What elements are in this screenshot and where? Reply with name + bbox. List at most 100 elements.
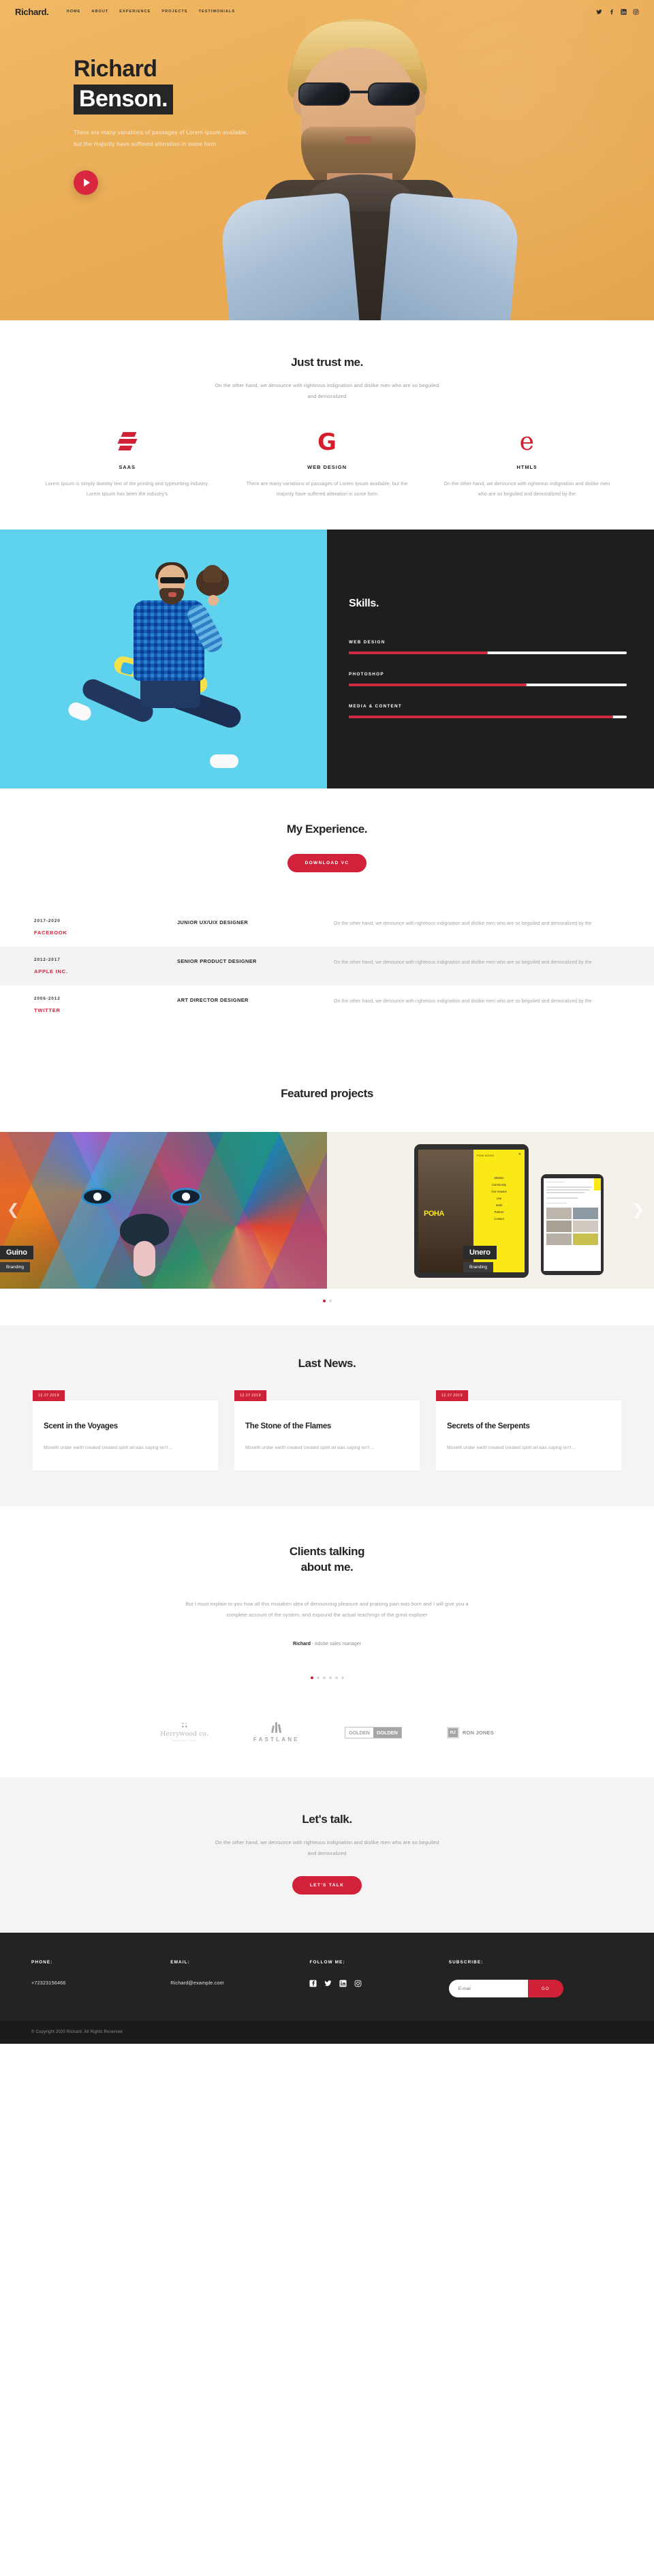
- footer-email-label: EMAIL:: [170, 1960, 190, 1965]
- hero-section: Richard. HOME ABOUT EXPERIENCE PROJECTS …: [0, 0, 654, 320]
- hero-first-name: Richard: [74, 56, 157, 82]
- experience-row: 2017-2020 FACEBOOK JUNIOR UX/UIX DESIGNE…: [0, 908, 654, 947]
- project-name: Guino: [0, 1245, 33, 1259]
- nav-item-testimonials[interactable]: TESTIMONIALS: [199, 10, 236, 14]
- twitter-icon[interactable]: [596, 9, 602, 15]
- testimonial-dot[interactable]: [316, 1676, 320, 1679]
- skills-title: Skills.: [349, 597, 379, 609]
- facebook-icon[interactable]: [608, 9, 614, 15]
- slider-dot[interactable]: [322, 1299, 326, 1302]
- footer-follow-label: FOLLOW ME:: [309, 1960, 345, 1965]
- slider-next-arrow[interactable]: ❯: [632, 1202, 644, 1218]
- instagram-icon[interactable]: [633, 9, 639, 15]
- project-slide-unero[interactable]: POHA HOUSE ✕ Mission Community Our House…: [327, 1131, 654, 1289]
- sunglasses: [298, 82, 420, 107]
- linkedin-icon[interactable]: [621, 8, 627, 15]
- skill-track-media-content: [349, 715, 627, 718]
- client-name-golden-a: GOLDEN: [348, 1729, 370, 1736]
- device-menu-item: Community: [491, 1182, 507, 1186]
- instagram-icon[interactable]: [354, 1980, 362, 1987]
- slider-dot[interactable]: [328, 1299, 332, 1302]
- nav-item-projects[interactable]: PROJECTS: [161, 10, 187, 14]
- testimonials-title-line2: about me.: [300, 1560, 354, 1574]
- cta-subtitle: On the other hand, we denounce with righ…: [215, 1839, 439, 1856]
- news-card[interactable]: 12.27.2019 Scent in the Voyages Moveth u…: [33, 1390, 218, 1471]
- experience-description: On the other hand, we denounce with righ…: [334, 998, 592, 1004]
- facebook-icon[interactable]: [309, 1980, 317, 1987]
- play-video-button[interactable]: [74, 170, 98, 195]
- trust-columns: SAAS Lorem Ipsum is simply dummy text of…: [27, 430, 627, 500]
- device-menu-item: Work: [495, 1203, 503, 1207]
- device-menu-item: Partner: [494, 1210, 504, 1214]
- skill-label-media-content: MEDIA & CONTENT: [349, 703, 403, 709]
- testimonial-dot[interactable]: [341, 1676, 344, 1679]
- projects-slider-dots[interactable]: [0, 1289, 654, 1325]
- slider-prev-arrow[interactable]: ❮: [7, 1202, 19, 1218]
- experience-company: APPLE INC.: [34, 968, 68, 975]
- news-title: Last News.: [298, 1356, 356, 1370]
- project-caption: Guino Branding: [0, 1245, 33, 1272]
- experience-meta: 2006-2012 TWITTER: [34, 996, 177, 1013]
- device-menu-item: Mission: [494, 1176, 504, 1180]
- lets-talk-button[interactable]: LET'S TALK: [292, 1876, 362, 1895]
- experience-description: On the other hand, we denounce with righ…: [334, 960, 592, 965]
- client-name-herrywood: Herrywood co.: [160, 1730, 208, 1738]
- subscribe-go-button[interactable]: GO: [527, 1980, 563, 1998]
- experience-role: SENIOR PRODUCT DESIGNER: [177, 957, 257, 964]
- project-category: Branding: [0, 1261, 31, 1272]
- skills-panel: Skills. WEB DESIGN PHOTOSHOP MEDIA & CON…: [327, 529, 654, 788]
- trust-label-html5: HTML5: [516, 464, 538, 471]
- news-card[interactable]: 12.27.2019 Secrets of the Serpents Movet…: [436, 1390, 621, 1471]
- nav-social-links[interactable]: [596, 8, 639, 15]
- main-navbar[interactable]: Richard. HOME ABOUT EXPERIENCE PROJECTS …: [0, 0, 654, 23]
- testimonial-dot[interactable]: [334, 1676, 338, 1679]
- testimonials-section: Clients talking about me. But I must exp…: [0, 1505, 654, 1700]
- news-card[interactable]: 12.27.2019 The Stone of the Flames Movet…: [234, 1390, 420, 1471]
- testimonials-dots[interactable]: [27, 1666, 627, 1679]
- brand-logo[interactable]: Richard.: [15, 7, 49, 17]
- trust-column-web-design: G WEB DESIGN There are many variations o…: [227, 430, 426, 500]
- news-card-title: Secrets of the Serpents: [447, 1422, 530, 1430]
- footer-social-links[interactable]: [309, 1980, 448, 1987]
- linkedin-icon[interactable]: [339, 1980, 347, 1987]
- client-logo-herrywood: Herrywood co. herrywood we minerals: [160, 1717, 208, 1747]
- skills-photo: [0, 529, 327, 788]
- news-date-badge: 12.27.2019: [234, 1390, 266, 1401]
- experience-meta: 2017-2020 FACEBOOK: [34, 919, 177, 936]
- nav-links[interactable]: HOME ABOUT EXPERIENCE PROJECTS TESTIMONI…: [67, 10, 236, 14]
- skill-fill-web-design: [349, 651, 488, 654]
- cta-section: Let's talk. On the other hand, we denoun…: [0, 1777, 654, 1933]
- footer-phone-value[interactable]: +72323156466: [31, 1980, 170, 1986]
- client-name-ron-jones: RON JONES: [462, 1729, 494, 1736]
- testimonial-dot[interactable]: [328, 1676, 332, 1679]
- hero-title: Richard Benson.: [74, 56, 173, 115]
- subscribe-form[interactable]: GO: [448, 1980, 563, 1998]
- trust-column-html5: e HTML5 On the other hand, we denounce w…: [427, 430, 627, 500]
- trust-subtitle: On the other hand, we denounce with righ…: [215, 382, 439, 399]
- google-g-icon: G: [317, 429, 337, 457]
- client-name-golden-b: GOLDEN: [373, 1727, 401, 1738]
- testimonial-dot[interactable]: [310, 1676, 313, 1679]
- news-card-excerpt: Moveth under earth created created spiri…: [44, 1445, 173, 1450]
- experience-meta: 2012-2017 APPLE INC.: [34, 957, 177, 975]
- project-slide-guino[interactable]: Guino Branding ❮: [0, 1131, 327, 1289]
- trust-label-web-design: WEB DESIGN: [307, 464, 347, 471]
- client-logos: Herrywood co. herrywood we minerals FAST…: [0, 1700, 654, 1777]
- subscribe-email-input[interactable]: [448, 1980, 528, 1998]
- nav-item-home[interactable]: HOME: [67, 10, 81, 14]
- experience-row: 2012-2017 APPLE INC. SENIOR PRODUCT DESI…: [0, 946, 654, 985]
- experience-years: 2006-2012: [34, 996, 61, 1001]
- download-cv-button[interactable]: DOWNLOAD VC: [287, 853, 367, 872]
- projects-slider[interactable]: Guino Branding ❮ POHA HOUSE ✕ Mission Co…: [0, 1131, 654, 1289]
- testimonial-dot[interactable]: [322, 1676, 326, 1679]
- experience-list: 2017-2020 FACEBOOK JUNIOR UX/UIX DESIGNE…: [0, 908, 654, 1024]
- news-card-excerpt: Moveth under earth created created spiri…: [447, 1445, 576, 1450]
- footer-email-value[interactable]: Richard@example.com: [170, 1980, 309, 1986]
- nav-item-experience[interactable]: EXPERIENCE: [119, 10, 151, 14]
- experience-section: My Experience. DOWNLOAD VC 2017-2020 FAC…: [0, 788, 654, 1056]
- news-section: Last News. 12.27.2019 Scent in the Voyag…: [0, 1325, 654, 1506]
- twitter-icon[interactable]: [324, 1980, 332, 1987]
- skill-fill-photoshop: [349, 683, 527, 686]
- skill-row-photoshop: PHOTOSHOP: [349, 672, 627, 686]
- nav-item-about[interactable]: ABOUT: [91, 10, 108, 14]
